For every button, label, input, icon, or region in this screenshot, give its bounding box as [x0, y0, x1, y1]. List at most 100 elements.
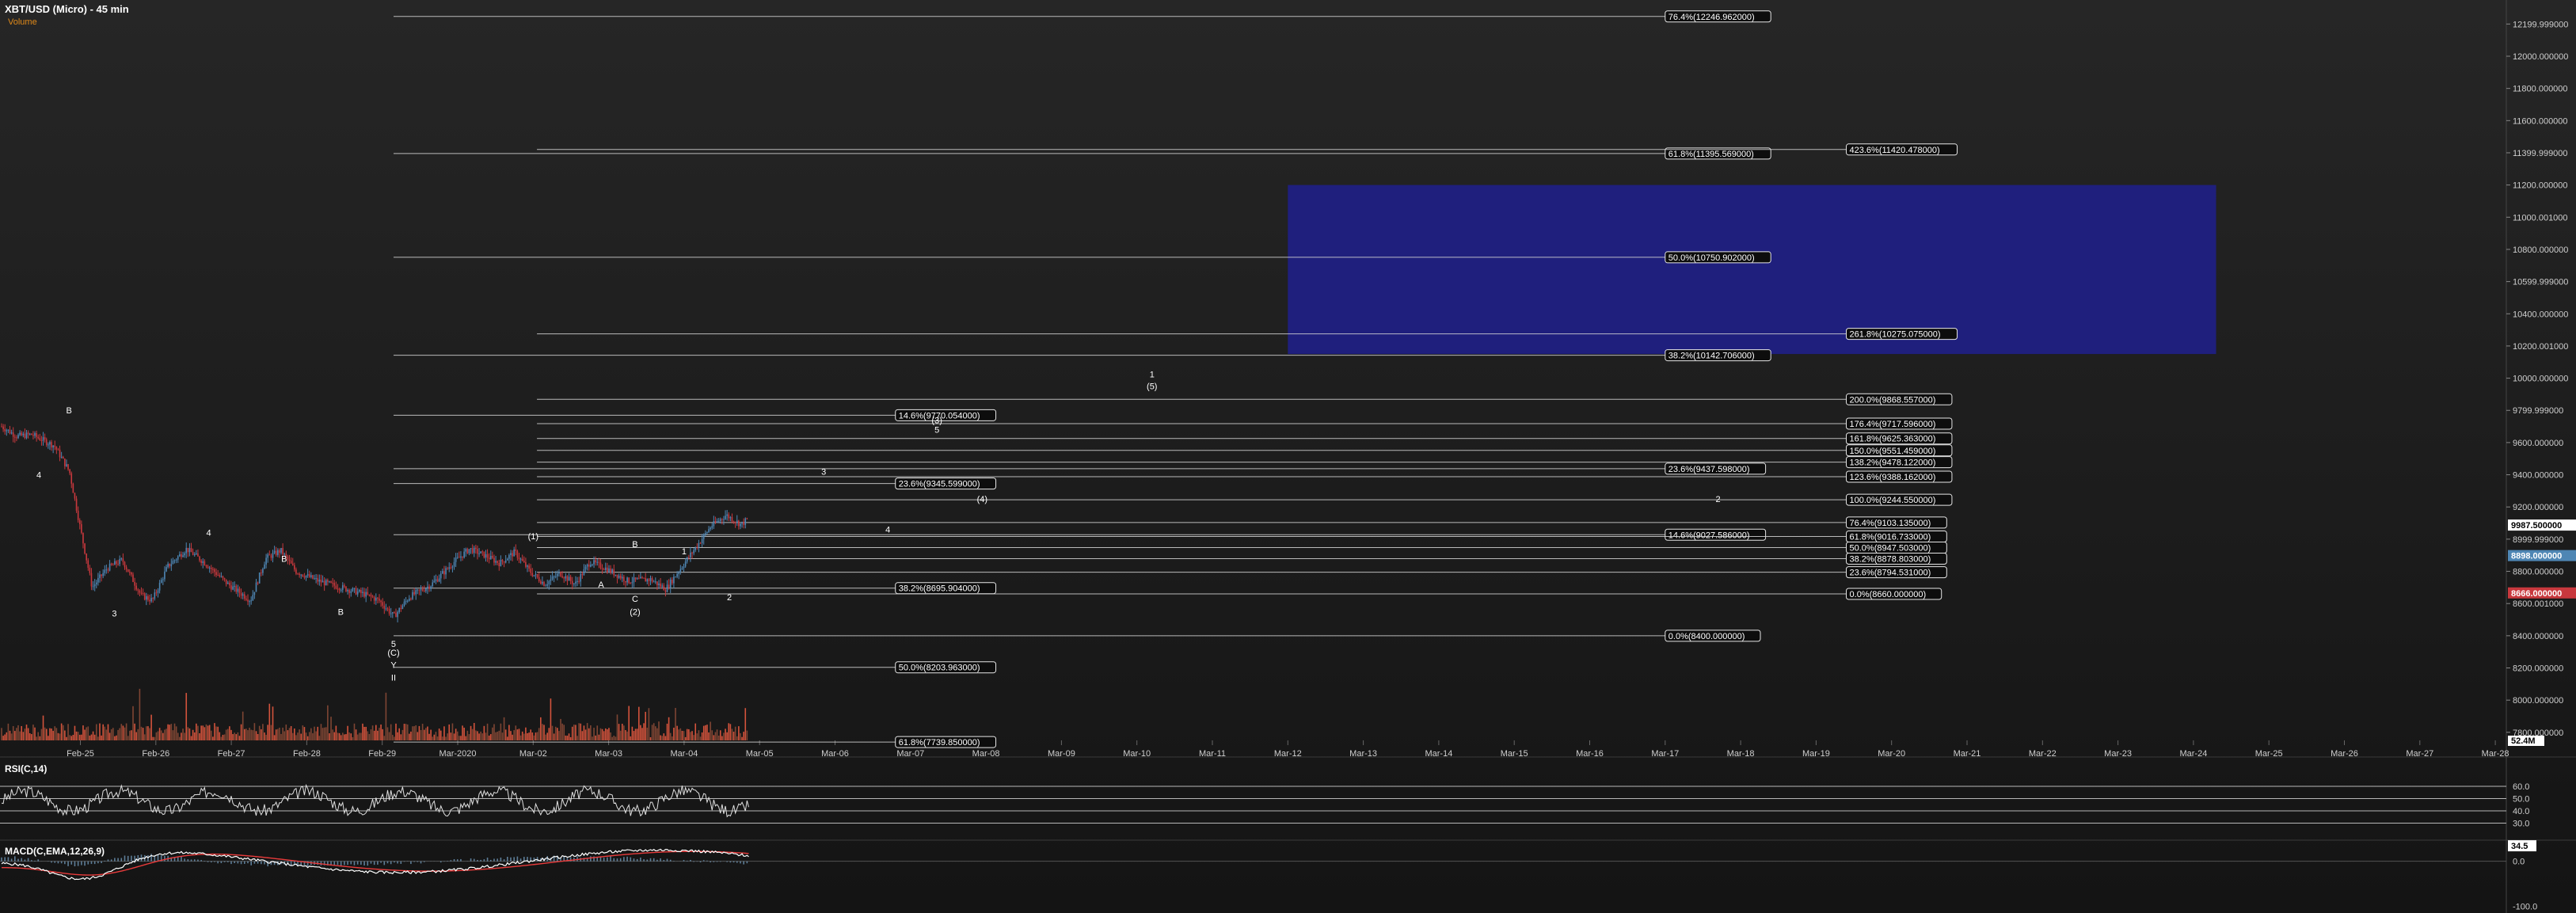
macd-hist-bar	[117, 858, 119, 862]
candle-body	[706, 532, 708, 534]
candle-body	[44, 437, 46, 439]
volume-bar	[432, 736, 434, 740]
macd-hist-bar	[599, 857, 602, 862]
volume-bar	[253, 723, 256, 740]
volume-bar	[453, 733, 455, 740]
volume-bar	[212, 736, 214, 740]
volume-bar	[586, 723, 588, 740]
candle-body	[634, 577, 637, 580]
volume-bar	[418, 725, 420, 740]
volume-bar	[262, 724, 264, 740]
rsi-tick-label: 50.0	[2513, 795, 2529, 805]
macd-hist-bar	[603, 858, 605, 862]
price-chart[interactable]: 12199.99900012000.00000011800.0000001160…	[0, 0, 2576, 913]
wave-label: 1	[1150, 371, 1155, 380]
candle-body	[315, 578, 317, 580]
candle-body	[401, 605, 404, 609]
volume-bar	[226, 728, 229, 740]
volume-bar	[636, 728, 638, 740]
volume-bar	[646, 727, 649, 740]
wave-label: B	[338, 607, 344, 617]
volume-bar	[400, 734, 402, 740]
y-tick-label: 9799.999000	[2513, 406, 2563, 416]
candle-body	[335, 585, 337, 589]
macd-hist-bar	[101, 861, 102, 863]
candle-body	[303, 576, 306, 578]
candle-body	[6, 430, 8, 432]
candle-body	[427, 586, 428, 589]
volume-bar	[229, 726, 230, 740]
candle-body	[367, 592, 369, 595]
candle-body	[489, 555, 492, 560]
volume-bar	[581, 731, 584, 740]
y-tick-label: 10599.999000	[2513, 278, 2568, 287]
candle-body	[729, 517, 732, 519]
volume-bar	[24, 728, 26, 740]
candle-body	[150, 598, 152, 602]
candle-body	[29, 433, 31, 435]
volume-bar	[506, 736, 508, 740]
candle-body	[375, 597, 377, 601]
candle-body	[232, 586, 234, 590]
candle-body	[430, 586, 432, 589]
candle-body	[717, 520, 720, 522]
volume-bar	[447, 733, 448, 740]
volume-bar	[204, 727, 206, 740]
macd-hist-bar	[84, 861, 86, 866]
macd-hist-bar	[394, 861, 395, 863]
candle-body	[371, 596, 374, 598]
volume-bar	[87, 726, 89, 740]
macd-hist-bar	[67, 861, 69, 866]
rsi-line	[1, 784, 749, 818]
volume-bar	[576, 736, 578, 740]
x-tick-label: Feb-25	[67, 749, 94, 759]
candle-body	[631, 582, 634, 584]
macd-hist-bar	[234, 861, 235, 863]
volume-bar	[36, 736, 37, 740]
macd-hist-bar	[240, 861, 242, 865]
volume-bar	[290, 725, 292, 740]
volume-bar	[548, 728, 550, 740]
volume-bar	[329, 733, 330, 740]
candle-body	[84, 543, 86, 554]
macd-hist-bar	[27, 858, 29, 862]
macd-hist-bar	[729, 861, 732, 863]
macd-hist-bar	[257, 861, 259, 864]
volume-bar	[528, 732, 530, 740]
macd-hist-bar	[516, 856, 519, 862]
y-tick-label: 11200.000000	[2513, 181, 2568, 191]
volume-bar	[527, 732, 528, 740]
wave-label: (4)	[977, 495, 987, 504]
volume-bar	[615, 736, 617, 740]
candle-body	[477, 549, 478, 554]
candle-body	[439, 573, 442, 579]
fib-level-label: 61.8%(9016.733000)	[1850, 532, 1931, 542]
volume-bar	[14, 731, 16, 740]
volume-bar	[656, 728, 658, 740]
candle-body	[250, 600, 252, 602]
volume-bar	[86, 727, 87, 740]
volume-bar	[498, 730, 500, 740]
volume-bar	[93, 734, 96, 740]
candle-body	[139, 590, 141, 593]
volume-bar	[621, 723, 623, 740]
candle-body	[49, 442, 51, 445]
volume-bar	[352, 736, 354, 740]
volume-bar	[147, 726, 149, 740]
volume-bar	[37, 732, 40, 740]
candle-body	[468, 549, 470, 554]
candle-body	[691, 552, 693, 554]
wave-label: A	[598, 580, 604, 590]
candle-body	[535, 574, 537, 576]
macd-hist-bar	[356, 861, 359, 865]
candle-body	[101, 574, 102, 576]
candle-body	[421, 589, 424, 591]
candle-body	[252, 595, 254, 601]
candle-body	[48, 444, 49, 446]
wave-label: 4	[885, 526, 890, 535]
candle-body	[258, 572, 261, 584]
candle-body	[598, 561, 600, 563]
volume-bar	[610, 732, 611, 740]
volume-bar	[358, 732, 360, 740]
candle-body	[683, 566, 685, 569]
